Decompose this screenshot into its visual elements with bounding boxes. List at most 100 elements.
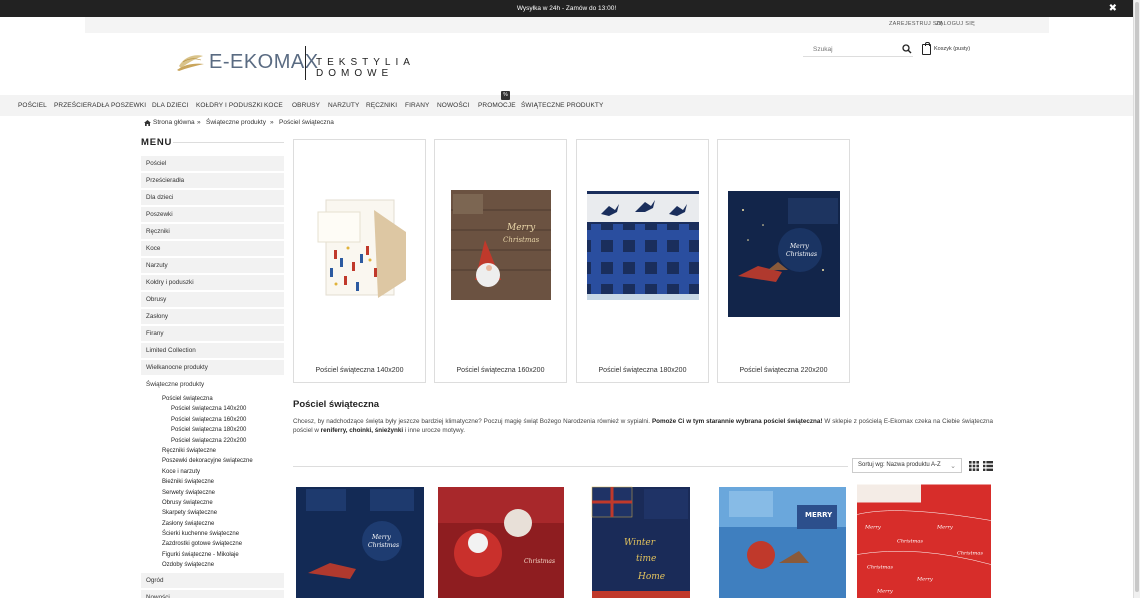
svg-text:Merry: Merry: [864, 525, 881, 531]
sidebar-item-zaslony[interactable]: Zasłony: [141, 309, 284, 324]
breadcrumb-home[interactable]: Strona główna: [153, 119, 195, 126]
sidebar-item-nowosci[interactable]: Nowości: [141, 589, 284, 598]
product-image[interactable]: Merry Christmas Merry Christmas Christmas Mer…: [857, 484, 991, 598]
product-image[interactable]: MERRY: [719, 483, 846, 598]
product-image[interactable]: Winter time Home: [578, 483, 704, 598]
logo-tagline: TEKSTYLIA DOMOWE: [316, 57, 415, 79]
subnav-item[interactable]: Zasłony świąteczne: [162, 519, 284, 529]
sidebar-subnav: Pościel świąteczna Pościel świąteczna 14…: [141, 394, 284, 571]
nav-item-poszewki[interactable]: POSZEWKI: [111, 102, 146, 109]
subnav-item[interactable]: Poszewki dekoracyjne świąteczne: [162, 456, 284, 466]
close-icon[interactable]: ✖: [1109, 0, 1117, 17]
sidebar-item-limited[interactable]: Limited Collection: [141, 343, 284, 358]
subnav-item[interactable]: Serwety świąteczne: [162, 488, 284, 498]
svg-text:Christmas: Christmas: [957, 551, 983, 557]
category-name[interactable]: Pościel świąteczna 220x200: [718, 367, 849, 374]
desc-text: i inne urocze motywy.: [403, 426, 465, 434]
category-card[interactable]: Merry Christmas Pościel świąteczna 220x2…: [717, 139, 850, 383]
subnav-item[interactable]: Figurki świąteczne - Mikołaje: [162, 550, 284, 560]
nav-item-dla-dzieci[interactable]: DLA DZIECI: [152, 102, 188, 109]
sidebar-item-wielkanocne[interactable]: Wielkanocne produkty: [141, 360, 284, 375]
svg-text:Merry: Merry: [876, 589, 893, 595]
sort-label: Sortuj wg: Nazwa produktu A-Z: [858, 462, 941, 468]
sidebar-item-dla-dzieci[interactable]: Dla dzieci: [141, 190, 284, 205]
sidebar-item-poscieI[interactable]: Pościel: [141, 156, 284, 171]
nav-item-swiateczne[interactable]: ŚWIĄTECZNE PRODUKTY: [521, 102, 603, 109]
breadcrumb-separator: »: [197, 119, 201, 126]
sidebar-item-koce[interactable]: Koce: [141, 241, 284, 256]
chevron-down-icon: ⌄: [950, 463, 956, 470]
nav-item-promocje[interactable]: PROMOCJE: [478, 102, 516, 109]
sidebar-item-poszewki[interactable]: Poszewki: [141, 207, 284, 222]
product-image[interactable]: Merry Christmas: [296, 483, 424, 598]
subnav-item[interactable]: Ręczniki świąteczne: [162, 446, 284, 456]
sidebar: Pościel Prześcieradła Dla dzieci Poszewk…: [141, 156, 284, 598]
category-image: [587, 191, 699, 300]
cart-label: Koszyk (pusty): [934, 46, 971, 52]
category-card[interactable]: Merry Christmas Pościel świąteczna 160x2…: [434, 139, 567, 383]
product-image[interactable]: Christmas: [438, 483, 564, 598]
subnav-item[interactable]: Pościel świąteczna 140x200: [162, 404, 284, 414]
nav-item-obrusy[interactable]: OBRUSY: [292, 102, 320, 109]
section-title: Pościel świąteczna: [293, 399, 380, 410]
site-logo[interactable]: E-EKOMAX TEKSTYLIA DOMOWE: [177, 46, 477, 80]
svg-text:Home: Home: [637, 572, 665, 582]
category-image: Merry Christmas: [728, 191, 840, 317]
desc-highlight: reniferry, choinki, śnieżynki: [320, 426, 404, 434]
svg-text:Christmas: Christmas: [867, 565, 893, 571]
subnav-item[interactable]: Zazdrostki gotowe świąteczne: [162, 539, 284, 549]
svg-text:time: time: [636, 554, 656, 564]
home-icon[interactable]: [144, 120, 151, 126]
svg-text:Christmas: Christmas: [368, 542, 399, 549]
scrollbar-thumb[interactable]: [1135, 2, 1139, 592]
category-name[interactable]: Pościel świąteczna 160x200: [435, 367, 566, 374]
nav-item-koldry[interactable]: KOŁDRY I PODUSZKI: [196, 102, 263, 109]
sidebar-title: MENU: [141, 137, 173, 148]
subnav-item[interactable]: Bieżniki świąteczne: [162, 477, 284, 487]
login-link[interactable]: ZALOGUJ SIĘ: [936, 21, 975, 27]
subnav-item[interactable]: Pościel świąteczna 160x200: [162, 415, 284, 425]
nav-item-reczniki[interactable]: RĘCZNIKI: [366, 102, 397, 109]
nav-item-przescieradla[interactable]: PRZEŚCIERADŁA: [54, 102, 109, 109]
subnav-item[interactable]: Skarpety świąteczne: [162, 508, 284, 518]
register-link[interactable]: ZAREJESTRUJ SIĘ: [889, 21, 943, 27]
search-input[interactable]: [803, 44, 893, 55]
subnav-item[interactable]: Pościel świąteczna 220x200: [162, 436, 284, 446]
sidebar-item-narzuty[interactable]: Narzuty: [141, 258, 284, 273]
subnav-item[interactable]: Pościel świąteczna: [162, 394, 284, 404]
svg-text:Merry: Merry: [506, 223, 536, 233]
svg-text:Christmas: Christmas: [786, 251, 817, 258]
nav-item-koce[interactable]: KOCE: [264, 102, 283, 109]
nav-item-firany[interactable]: FIRANY: [405, 102, 429, 109]
sidebar-item-firany[interactable]: Firany: [141, 326, 284, 341]
nav-item-poscieI[interactable]: POŚCIEL: [18, 102, 47, 109]
nav-item-nowosci[interactable]: NOWOŚCI: [437, 102, 469, 109]
sidebar-item-obrusy[interactable]: Obrusy: [141, 292, 284, 307]
list-view-icon[interactable]: [983, 461, 993, 471]
category-card[interactable]: Pościel świąteczna 140x200: [293, 139, 426, 383]
subnav-item[interactable]: Pościel świąteczna 180x200: [162, 425, 284, 435]
sidebar-item-reczniki[interactable]: Ręczniki: [141, 224, 284, 239]
nav-item-narzuty[interactable]: NARZUTY: [328, 102, 359, 109]
cart[interactable]: Koszyk (pusty): [922, 42, 982, 56]
search-icon[interactable]: [902, 44, 912, 54]
sort-select[interactable]: Sortuj wg: Nazwa produktu A-Z ⌄: [852, 458, 962, 473]
scrollbar[interactable]: [1133, 0, 1140, 598]
sidebar-item-koldry[interactable]: Kołdry i poduszki: [141, 275, 284, 290]
breadcrumb-level1[interactable]: Świąteczne produkty: [206, 119, 266, 126]
sidebar-item-przescieradla[interactable]: Prześcieradła: [141, 173, 284, 188]
category-name[interactable]: Pościel świąteczna 180x200: [577, 367, 708, 374]
sidebar-item-swiateczne[interactable]: Świąteczne produkty: [141, 377, 284, 392]
category-card[interactable]: Pościel świąteczna 180x200: [576, 139, 709, 383]
section-description: Chcesz, by nadchodzące święta były jeszc…: [293, 418, 993, 435]
subnav-item[interactable]: Ozdoby świąteczne: [162, 560, 284, 570]
main-nav: POŚCIEL PRZEŚCIERADŁA POSZEWKI DLA DZIEC…: [0, 91, 1133, 116]
svg-text:Christmas: Christmas: [503, 236, 540, 244]
svg-text:Merry: Merry: [789, 243, 809, 250]
subnav-item[interactable]: Obrusy świąteczne: [162, 498, 284, 508]
sidebar-item-ogrod[interactable]: Ogród: [141, 572, 284, 588]
grid-view-icon[interactable]: [969, 461, 979, 471]
category-name[interactable]: Pościel świąteczna 140x200: [294, 367, 425, 374]
subnav-item[interactable]: Ścierki kuchenne świąteczne: [162, 529, 284, 539]
subnav-item[interactable]: Koce i narzuty: [162, 467, 284, 477]
